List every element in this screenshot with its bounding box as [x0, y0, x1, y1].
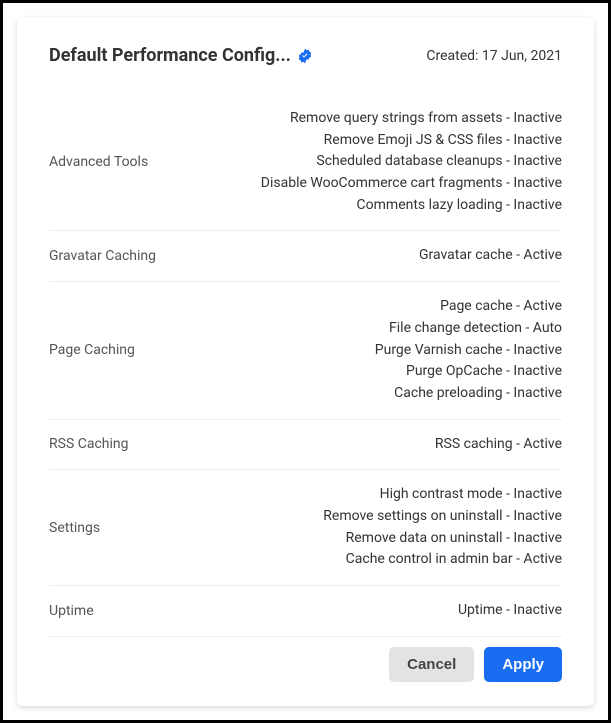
- setting-line: Remove data on uninstall - Inactive: [100, 528, 562, 550]
- setting-line: Page cache - Active: [135, 296, 562, 318]
- setting-line: Purge OpCache - Inactive: [135, 361, 562, 383]
- setting-line: Scheduled database cleanups - Inactive: [148, 151, 562, 173]
- dialog-header: Default Performance Config... Created: 1…: [49, 45, 562, 66]
- section-values: Page cache - ActiveFile change detection…: [135, 296, 562, 404]
- created-date: 17 Jun, 2021: [482, 48, 562, 64]
- title-group: Default Performance Config...: [49, 45, 313, 66]
- section-values: High contrast mode - InactiveRemove sett…: [100, 484, 562, 571]
- setting-line: File change detection - Auto: [135, 318, 562, 340]
- section-values: Remove query strings from assets - Inact…: [148, 108, 562, 216]
- setting-line: Remove query strings from assets - Inact…: [148, 108, 562, 130]
- section-label: Uptime: [49, 603, 94, 619]
- section-row: Page CachingPage cache - ActiveFile chan…: [49, 282, 562, 419]
- section-label: Settings: [49, 520, 100, 536]
- created-meta: Created: 17 Jun, 2021: [426, 48, 562, 64]
- section-label: Gravatar Caching: [49, 248, 156, 264]
- setting-line: Remove settings on uninstall - Inactive: [100, 506, 562, 528]
- setting-line: Uptime - Inactive: [94, 600, 562, 622]
- config-dialog: Default Performance Config... Created: 1…: [17, 17, 594, 706]
- config-title: Default Performance Config...: [49, 45, 291, 66]
- section-row: UptimeUptime - Inactive: [49, 586, 562, 637]
- section-label: RSS Caching: [49, 436, 129, 452]
- dialog-footer: Cancel Apply: [389, 647, 562, 682]
- cancel-button[interactable]: Cancel: [389, 647, 474, 682]
- setting-line: Comments lazy loading - Inactive: [148, 195, 562, 217]
- section-values: Uptime - Inactive: [94, 600, 562, 622]
- section-row: RSS CachingRSS caching - Active: [49, 420, 562, 471]
- setting-line: High contrast mode - Inactive: [100, 484, 562, 506]
- section-values: Gravatar cache - Active: [156, 245, 562, 267]
- verified-icon: [297, 48, 313, 64]
- sections-list: Advanced Tools Remove query strings from …: [49, 94, 562, 637]
- section-row: Gravatar CachingGravatar cache - Active: [49, 231, 562, 282]
- setting-line: Purge Varnish cache - Inactive: [135, 340, 562, 362]
- setting-line: Cache control in admin bar - Active: [100, 549, 562, 571]
- section-values: RSS caching - Active: [129, 434, 563, 456]
- created-label: Created:: [426, 48, 478, 64]
- section-row: Advanced Tools Remove query strings from …: [49, 94, 562, 231]
- setting-line: Remove Emoji JS & CSS files - Inactive: [148, 130, 562, 152]
- setting-line: Gravatar cache - Active: [156, 245, 562, 267]
- section-row: SettingsHigh contrast mode - InactiveRem…: [49, 470, 562, 586]
- setting-line: Cache preloading - Inactive: [135, 383, 562, 405]
- section-label: Page Caching: [49, 342, 135, 358]
- section-label: Advanced Tools: [49, 154, 148, 170]
- apply-button[interactable]: Apply: [484, 647, 562, 682]
- setting-line: RSS caching - Active: [129, 434, 563, 456]
- setting-line: Disable WooCommerce cart fragments - Ina…: [148, 173, 562, 195]
